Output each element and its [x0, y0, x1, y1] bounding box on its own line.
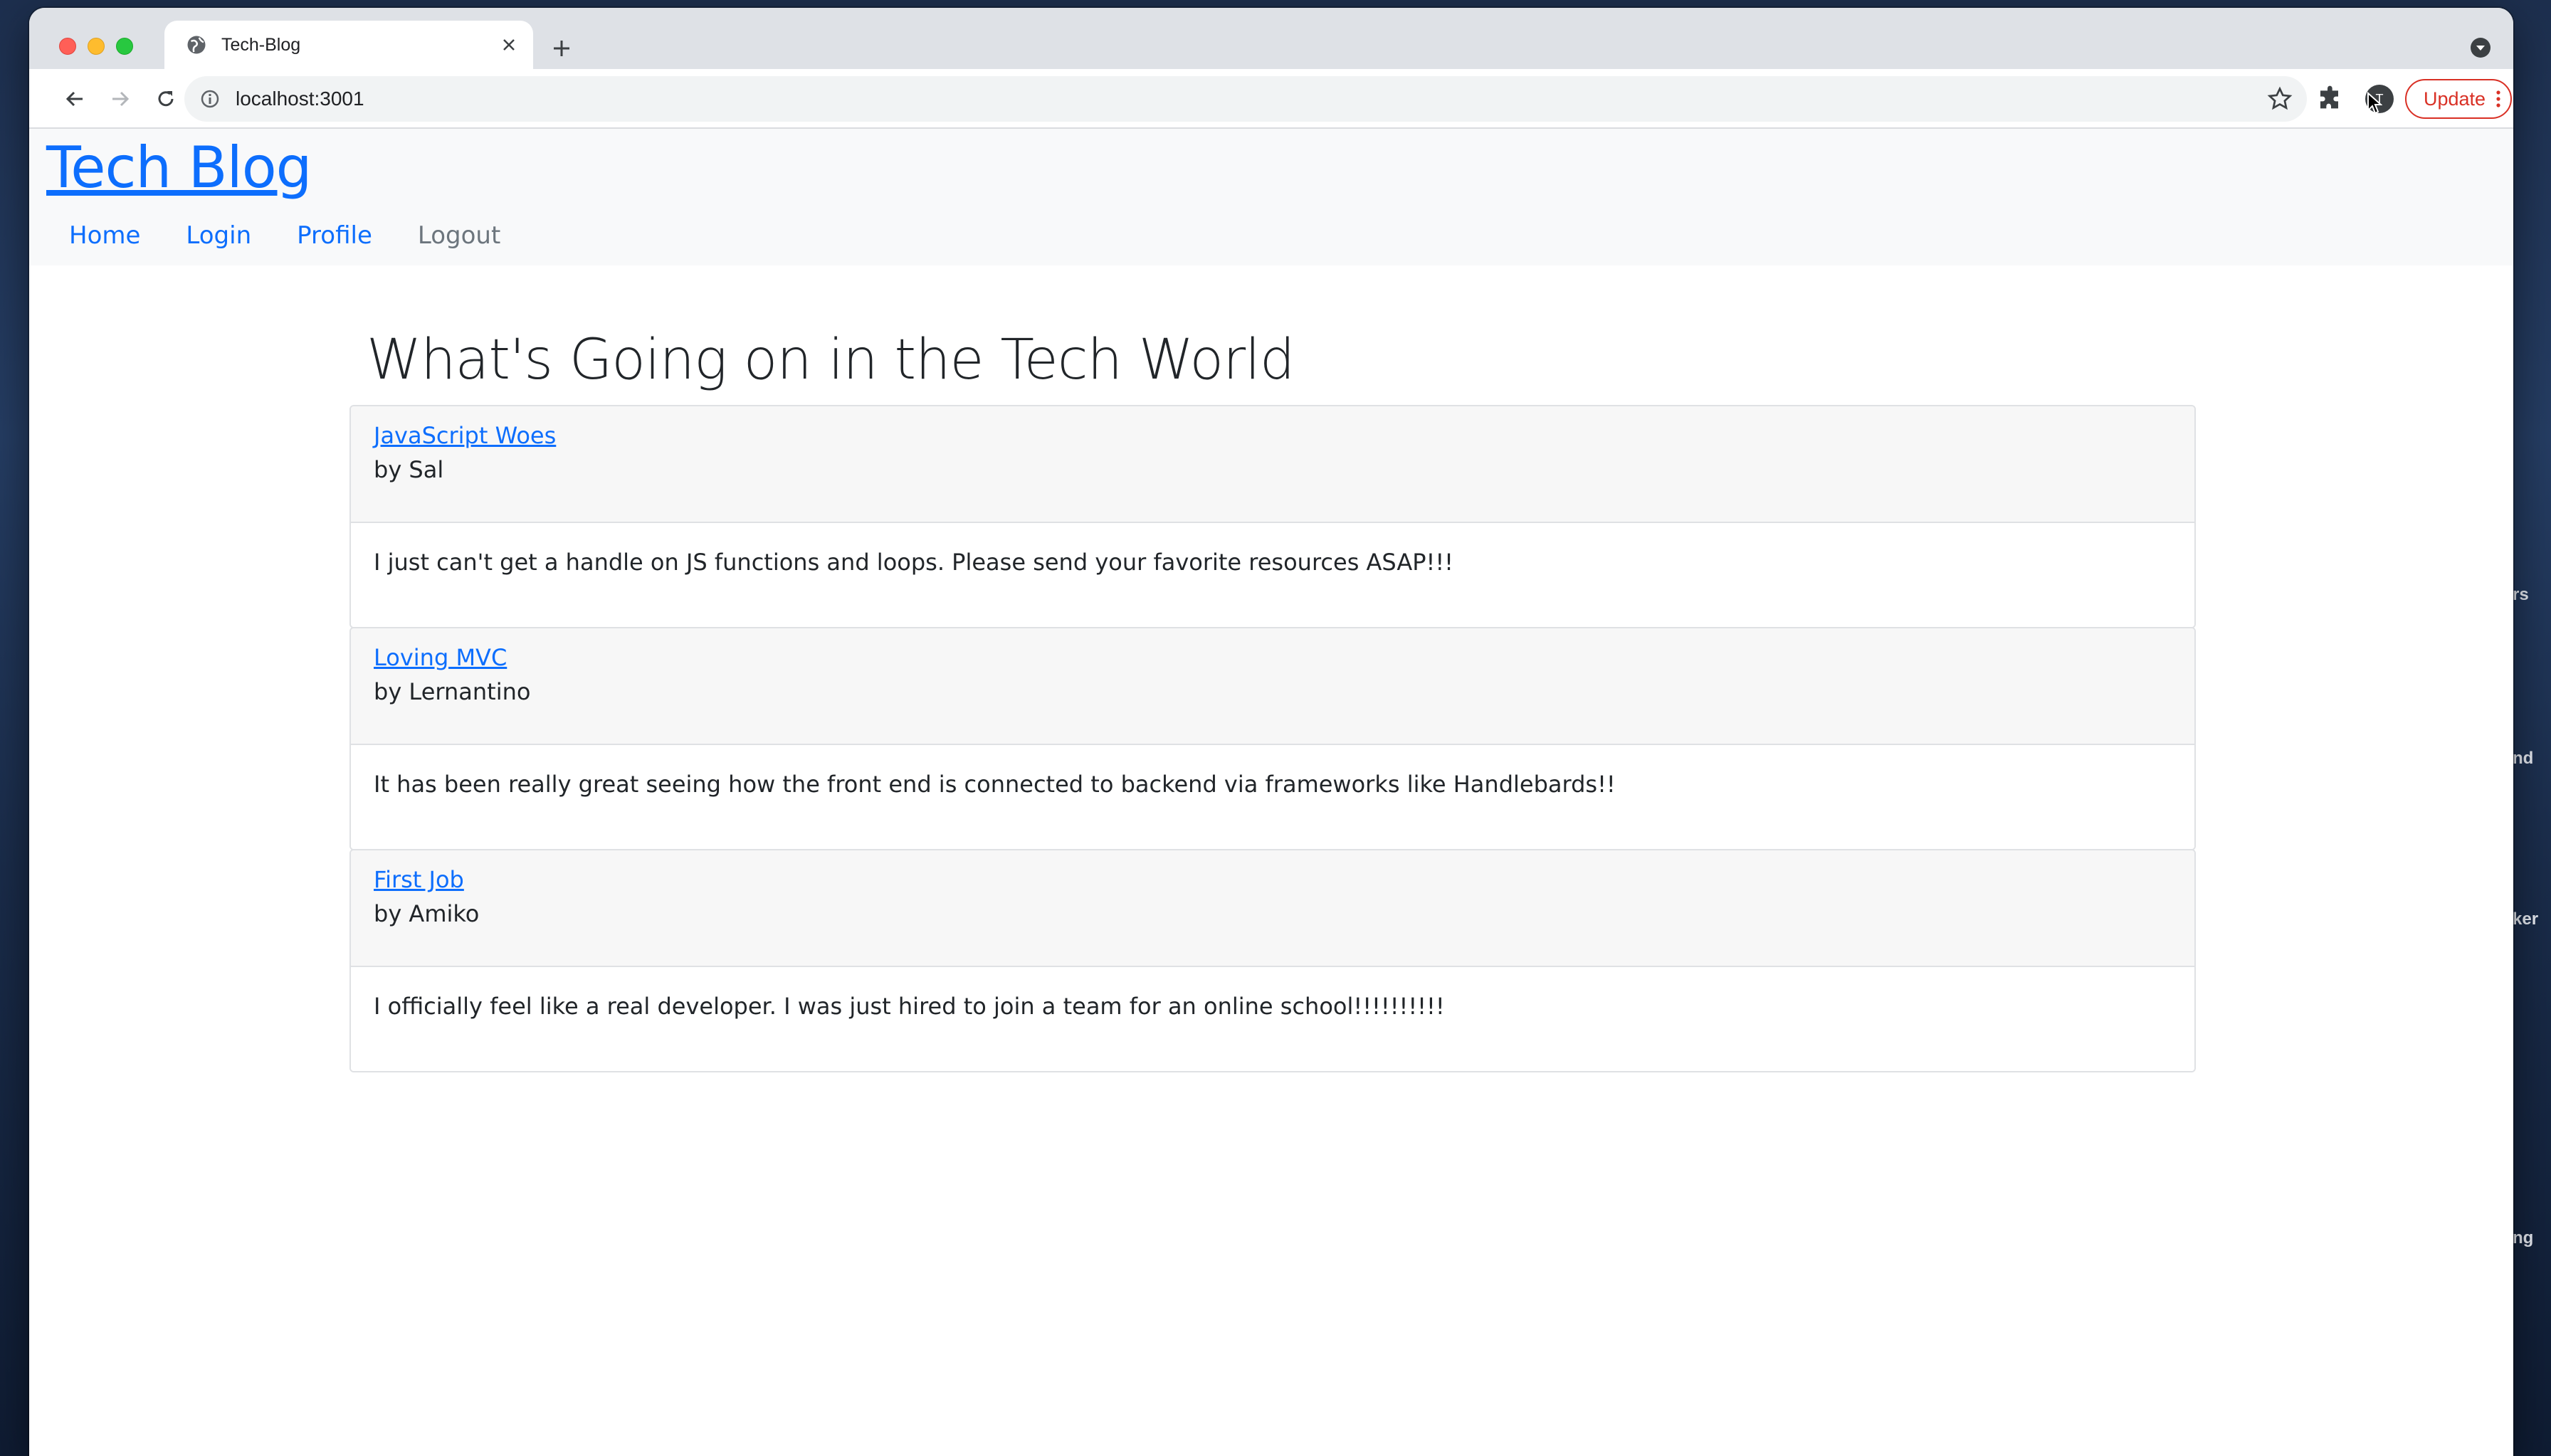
nav-link-logout[interactable]: Logout	[418, 221, 500, 250]
maximize-window-button[interactable]	[116, 38, 133, 55]
close-tab-icon[interactable]	[495, 31, 523, 59]
post-author: by Sal	[374, 456, 444, 483]
site-brand-link[interactable]: Tech Blog	[46, 134, 312, 201]
update-button[interactable]: Update	[2405, 79, 2512, 119]
desktop-label: rs	[2513, 585, 2529, 604]
nav-link-profile[interactable]: Profile	[297, 221, 372, 250]
arrow-right-icon	[112, 91, 130, 107]
post-body-text: I just can't get a handle on JS function…	[374, 549, 1453, 576]
browser-toolbar: localhost:3001 T Update	[29, 69, 2513, 129]
close-window-button[interactable]	[59, 38, 76, 55]
more-vertical-icon	[2496, 90, 2500, 107]
reload-button[interactable]	[150, 83, 182, 115]
tab-strip: Tech-Blog	[29, 8, 2513, 69]
page-title: What's Going on in the Tech World	[367, 328, 1295, 392]
post-author: by Amiko	[374, 900, 480, 927]
tab-title: Tech-Blog	[221, 34, 301, 55]
post-card: Loving MVC by Lernantino It has been rea…	[349, 627, 2196, 850]
post-card-header: First Job by Amiko	[351, 850, 2194, 967]
post-card-body: It has been really great seeing how the …	[351, 745, 2194, 849]
web-page: Tech Blog Home Login Profile Logout What…	[29, 129, 2513, 1456]
desktop-label: nd	[2513, 749, 2534, 768]
mouse-cursor-icon	[2367, 92, 2382, 115]
back-button[interactable]	[59, 83, 90, 115]
post-title-link[interactable]: First Job	[374, 866, 2172, 900]
main-content: What's Going on in the Tech World JavaSc…	[349, 328, 2196, 1072]
post-author: by Lernantino	[374, 678, 531, 705]
site-header: Tech Blog Home Login Profile Logout	[29, 129, 2513, 265]
new-tab-button[interactable]	[545, 32, 578, 65]
arrow-left-icon	[65, 91, 83, 107]
post-card-header: Loving MVC by Lernantino	[351, 628, 2194, 745]
extensions-puzzle-icon[interactable]	[2317, 85, 2345, 113]
nav-link-home[interactable]: Home	[69, 221, 140, 250]
url-text: localhost:3001	[236, 88, 364, 110]
browser-tab[interactable]: Tech-Blog	[164, 21, 533, 69]
post-card: JavaScript Woes by Sal I just can't get …	[349, 405, 2196, 628]
post-card-body: I officially feel like a real developer.…	[351, 967, 2194, 1071]
post-card-header: JavaScript Woes by Sal	[351, 406, 2194, 523]
update-label: Update	[2424, 88, 2486, 110]
post-title-link[interactable]: JavaScript Woes	[374, 422, 2172, 456]
desktop-label: ker	[2513, 909, 2539, 929]
browser-window: Tech-Blog localhost:3001 T Update Tech B…	[29, 8, 2513, 1456]
post-card-body: I just can't get a handle on JS function…	[351, 523, 2194, 627]
forward-button[interactable]	[105, 83, 136, 115]
globe-icon	[187, 36, 206, 54]
post-title-link[interactable]: Loving MVC	[374, 644, 2172, 678]
post-body-text: I officially feel like a real developer.…	[374, 993, 1445, 1020]
minimize-window-button[interactable]	[88, 38, 105, 55]
tab-search-icon[interactable]	[2469, 36, 2492, 59]
address-bar[interactable]: localhost:3001	[184, 76, 2307, 122]
desktop-label: ng	[2513, 1228, 2534, 1247]
reload-icon	[158, 91, 174, 107]
post-card: First Job by Amiko I officially feel lik…	[349, 849, 2196, 1072]
nav-link-login[interactable]: Login	[186, 221, 251, 250]
post-body-text: It has been really great seeing how the …	[374, 771, 1616, 798]
bookmark-star-icon[interactable]	[2267, 86, 2293, 112]
info-icon[interactable]	[200, 89, 220, 109]
main-nav: Home Login Profile Logout	[69, 221, 546, 250]
